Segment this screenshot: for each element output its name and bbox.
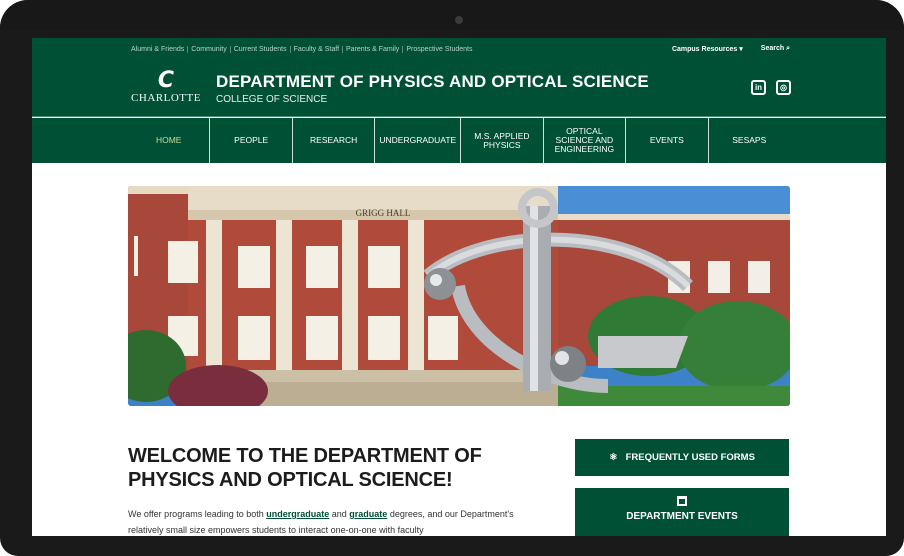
campus-resources-link[interactable]: Campus Resources ▾ xyxy=(672,45,743,53)
nav-item-optical-science[interactable]: OPTICAL SCIENCE AND ENGINEERING xyxy=(542,118,625,163)
nav-item-home[interactable]: HOME xyxy=(128,118,209,163)
audience-links: Alumni & Friends Community Current Stude… xyxy=(128,45,475,53)
undergraduate-link[interactable]: undergraduate xyxy=(266,509,329,519)
department-events-button[interactable]: DEPARTMENT EVENTS xyxy=(575,488,789,536)
linkedin-icon[interactable]: in xyxy=(751,80,766,95)
grigg-hall-photo: GRIGG HALL xyxy=(128,186,790,406)
events-button-label: DEPARTMENT EVENTS xyxy=(626,511,738,522)
nav-item-events[interactable]: EVENTS xyxy=(625,118,707,163)
search-link[interactable]: Search ⌕ xyxy=(761,45,790,53)
building-sign: GRIGG HALL xyxy=(356,208,411,218)
camera-icon xyxy=(455,16,463,24)
nav-item-undergraduate[interactable]: UNDERGRADUATE xyxy=(374,118,460,163)
audience-link[interactable]: Faculty & Staff xyxy=(291,45,344,53)
device-top-bar xyxy=(0,0,904,30)
welcome-heading: WELCOME TO THE DEPARTMENT OF PHYSICS AND… xyxy=(128,445,482,491)
social-links: in ◎ xyxy=(751,80,791,95)
atom-icon: ⚛ xyxy=(609,452,618,463)
nav-item-people[interactable]: PEOPLE xyxy=(209,118,291,163)
audience-link[interactable]: Prospective Students xyxy=(403,46,475,53)
instagram-icon[interactable]: ◎ xyxy=(776,80,791,95)
welcome-paragraph: We offer programs leading to both underg… xyxy=(128,506,548,536)
audience-link[interactable]: Current Students xyxy=(231,45,291,53)
welcome-text-part: and xyxy=(329,509,350,519)
main-nav: HOME PEOPLE RESEARCH UNDERGRADUATE M.S. … xyxy=(128,118,790,163)
logo-mark: C xyxy=(157,68,175,93)
audience-link[interactable]: Alumni & Friends xyxy=(128,45,189,53)
site-header: C CHARLOTTE DEPARTMENT OF PHYSICS AND OP… xyxy=(32,60,886,117)
nav-item-sesaps[interactable]: SESAPS xyxy=(707,118,790,163)
utility-bar: Alumni & Friends Community Current Stude… xyxy=(32,38,886,60)
hero-image: GRIGG HALL xyxy=(128,186,790,406)
audience-link[interactable]: Community xyxy=(188,45,231,53)
welcome-text-part: We offer programs leading to both xyxy=(128,509,267,519)
frequently-used-forms-button[interactable]: ⚛ FREQUENTLY USED FORMS xyxy=(575,439,789,476)
charlotte-logo[interactable]: C CHARLOTTE xyxy=(128,68,204,105)
calendar-icon xyxy=(677,496,687,506)
graduate-link[interactable]: graduate xyxy=(349,509,387,519)
department-title[interactable]: DEPARTMENT OF PHYSICS AND OPTICAL SCIENC… xyxy=(216,72,649,92)
forms-button-label: FREQUENTLY USED FORMS xyxy=(625,452,755,463)
audience-link[interactable]: Parents & Family xyxy=(343,45,404,53)
nav-item-ms-applied-physics[interactable]: M.S. APPLIED PHYSICS xyxy=(460,118,542,163)
browser-screen: Alumni & Friends Community Current Stude… xyxy=(32,38,886,536)
logo-wordmark: CHARLOTTE xyxy=(131,92,201,104)
college-name[interactable]: COLLEGE OF SCIENCE xyxy=(216,94,327,105)
nav-item-research[interactable]: RESEARCH xyxy=(291,118,374,163)
